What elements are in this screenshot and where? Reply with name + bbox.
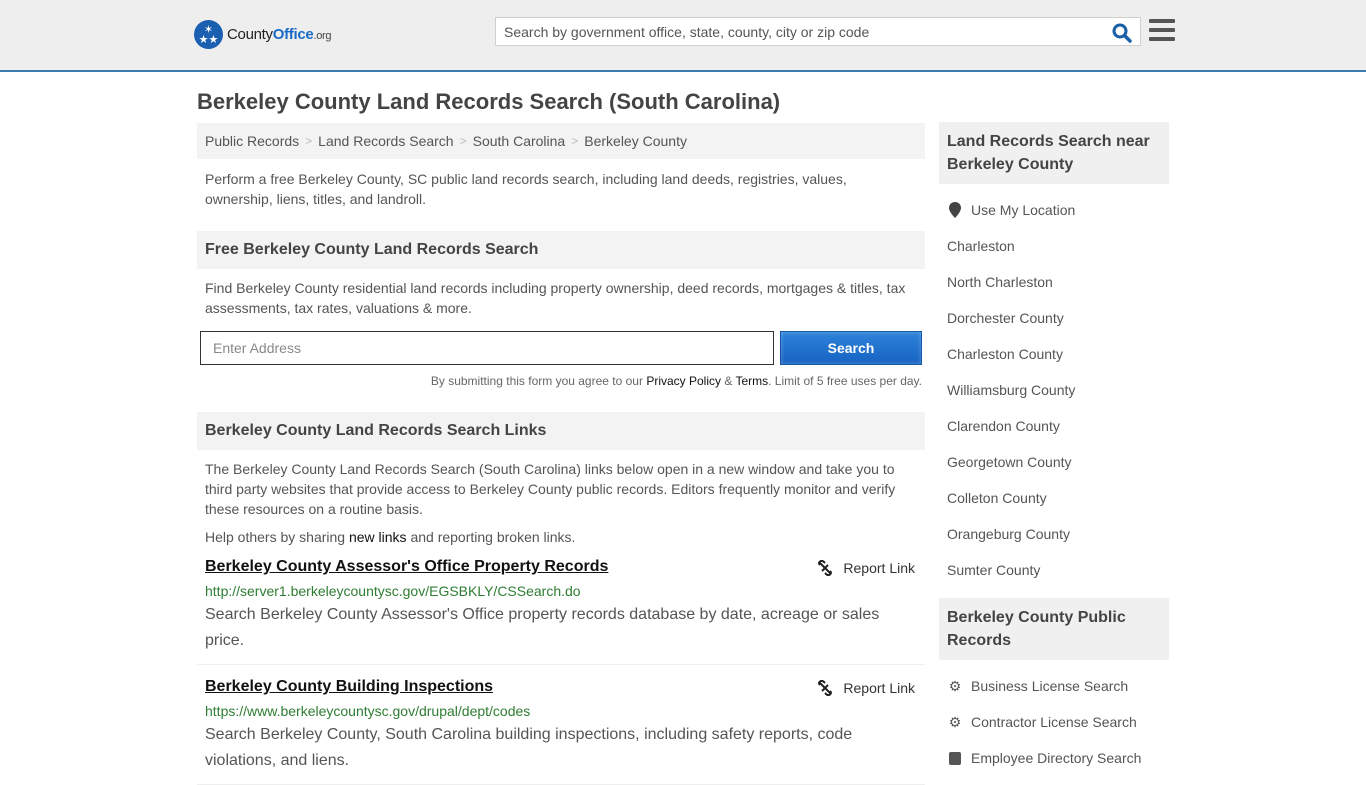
terms-link[interactable]: Terms [735,374,768,388]
map-marker-icon [947,202,963,218]
list-item: Berkeley County Assessor's Office Proper… [197,545,925,665]
nearby-list: Use My Location Charleston North Charles… [939,184,1169,588]
report-link-button[interactable]: Report Link [817,560,915,576]
breadcrumb: Public Records > Land Records Search > S… [197,123,925,159]
business-license-search-link[interactable]: Business License Search [971,668,1128,704]
free-search-text: Find Berkeley County residential land re… [205,280,906,316]
links-section-heading: Berkeley County Land Records Search Link… [197,412,925,450]
report-link-label: Report Link [843,560,915,576]
gears-icon: ⚙ [948,677,962,694]
resource-url: https://www.berkeleycountysc.gov/drupal/… [205,703,531,719]
gear-icon: ⚙ [948,713,962,730]
new-links-link[interactable]: new links [349,529,407,545]
sidebar: Land Records Search near Berkeley County… [939,72,1169,776]
site-header: ✶ ★★ CountyOffice.org [0,0,1366,72]
nearby-link-colleton-county[interactable]: Colleton County [947,480,1161,516]
public-records-list: ⚙ Business License Search ⚙ Contractor L… [939,660,1169,776]
share-text: Help others by sharing new links and rep… [197,519,925,545]
contractor-license-search-link[interactable]: Contractor License Search [971,704,1137,740]
nearby-link-north-charleston[interactable]: North Charleston [947,264,1161,300]
use-my-location[interactable]: Use My Location [947,192,1161,228]
resource-title-link[interactable]: Berkeley County Building Inspections [205,678,493,695]
nearby-heading: Land Records Search near Berkeley County [939,122,1169,184]
nearby-link-sumter-county[interactable]: Sumter County [947,552,1161,588]
directory-icon [947,751,963,765]
breadcrumb-public-records[interactable]: Public Records [205,133,299,149]
breadcrumb-land-records-search[interactable]: Land Records Search [318,133,453,149]
public-record-item[interactable]: ⚙ Contractor License Search [947,704,1161,740]
resource-title-link[interactable]: Berkeley County Assessor's Office Proper… [205,558,608,575]
site-search-input[interactable] [496,18,1096,45]
resource-description: Search Berkeley County Assessor's Office… [205,606,880,649]
search-icon[interactable] [1112,23,1132,43]
eagle-logo-icon: ✶ ★★ [194,20,223,49]
public-record-item[interactable]: ⚙ Business License Search [947,668,1161,704]
search-button[interactable]: Search [780,331,922,365]
nearby-link-orangeburg-county[interactable]: Orangeburg County [947,516,1161,552]
resource-url: http://server1.berkeleycountysc.gov/EGSB… [205,583,581,599]
page-title: Berkeley County Land Records Search (Sou… [197,89,781,114]
list-item: Berkeley County Building Inspections Rep… [197,665,925,785]
share-suffix: and reporting broken links. [406,529,576,545]
public-records-heading: Berkeley County Public Records [939,598,1169,660]
links-section-text: The Berkeley County Land Records Search … [205,461,896,517]
terms-amp: & [721,374,736,388]
report-link-label: Report Link [843,680,915,696]
nearby-link-clarendon-county[interactable]: Clarendon County [947,408,1161,444]
logo-text: CountyOffice.org [227,26,332,43]
main-content: Berkeley County Land Records Search (Sou… [197,72,925,785]
nearby-link-charleston-county[interactable]: Charleston County [947,336,1161,372]
breadcrumb-separator: > [305,134,313,148]
share-prefix: Help others by sharing [205,529,349,545]
breadcrumb-current: Berkeley County [584,133,687,149]
intro-text: Perform a free Berkeley County, SC publi… [205,171,847,207]
use-my-location-link[interactable]: Use My Location [971,192,1075,228]
address-input[interactable] [200,331,774,365]
employee-directory-search-link[interactable]: Employee Directory Search [971,740,1141,776]
nearby-link-dorchester-county[interactable]: Dorchester County [947,300,1161,336]
report-link-button[interactable]: Report Link [817,680,915,696]
free-search-heading: Free Berkeley County Land Records Search [197,231,925,269]
countyoffice-logo[interactable]: ✶ ★★ CountyOffice.org [194,20,332,49]
site-search [495,17,1141,46]
breadcrumb-separator: > [459,134,467,148]
nearby-link-williamsburg-county[interactable]: Williamsburg County [947,372,1161,408]
breadcrumb-separator: > [571,134,579,148]
address-search-form: Search [197,331,925,365]
hamburger-menu-icon[interactable] [1149,19,1175,41]
resource-description: Search Berkeley County, South Carolina b… [205,726,853,769]
terms-suffix: . Limit of 5 free uses per day. [768,374,922,388]
public-record-item[interactable]: Employee Directory Search [947,740,1161,776]
breadcrumb-south-carolina[interactable]: South Carolina [473,133,566,149]
privacy-policy-link[interactable]: Privacy Policy [646,374,721,388]
nearby-link-charleston[interactable]: Charleston [947,228,1161,264]
terms-notice: By submitting this form you agree to our… [197,374,925,412]
terms-prefix: By submitting this form you agree to our [430,374,647,388]
broken-link-icon [818,680,833,696]
broken-link-icon [818,560,833,576]
nearby-link-georgetown-county[interactable]: Georgetown County [947,444,1161,480]
